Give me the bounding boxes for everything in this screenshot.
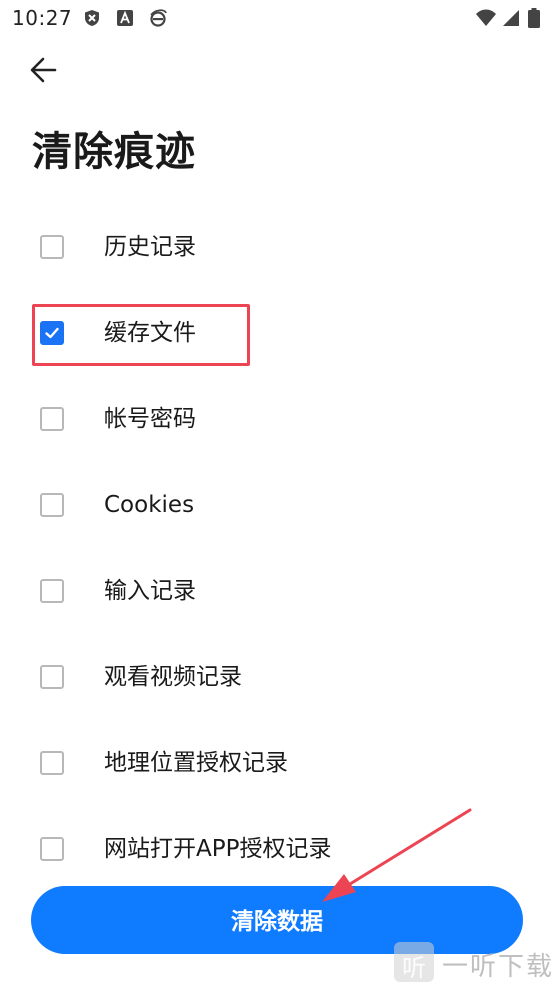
status-bar: 10:27: [0, 0, 554, 36]
checkbox-cookies[interactable]: [40, 493, 64, 517]
arrow-left-icon: [30, 57, 57, 83]
watermark-text: 一听下载: [442, 952, 554, 982]
option-cookies[interactable]: Cookies: [32, 476, 512, 536]
option-label-cookies: Cookies: [104, 492, 195, 518]
checkbox-app-open-permissions[interactable]: [40, 837, 64, 861]
back-button[interactable]: [26, 52, 62, 88]
option-app-open-permissions[interactable]: 网站打开APP授权记录: [32, 820, 512, 880]
checkbox-history[interactable]: [40, 235, 64, 259]
option-label-history: 历史记录: [104, 234, 196, 260]
checkbox-input-records[interactable]: [40, 579, 64, 603]
battery-icon: [528, 8, 540, 28]
watermark: 听 一听下载: [394, 942, 554, 986]
browser-e-icon: [150, 9, 167, 27]
option-account-passwords[interactable]: 帐号密码: [32, 390, 512, 450]
option-input-records[interactable]: 输入记录: [32, 562, 512, 622]
option-label-input-records: 输入记录: [104, 578, 196, 604]
shield-icon: [85, 10, 99, 26]
checkbox-cache-files[interactable]: [40, 321, 64, 345]
option-cache-files[interactable]: 缓存文件: [32, 304, 512, 364]
status-time: 10:27: [12, 6, 73, 30]
option-label-video-history: 观看视频记录: [104, 664, 242, 690]
clear-traces-screen: 10:27 清除痕迹 历史记录 缓存文件 帐号密码 Cookies 输入记录 观…: [0, 0, 554, 986]
option-label-cache-files: 缓存文件: [104, 320, 196, 346]
option-video-history[interactable]: 观看视频记录: [32, 648, 512, 708]
checkbox-location-permissions[interactable]: [40, 751, 64, 775]
signal-icon: [503, 10, 519, 26]
page-title: 清除痕迹: [32, 129, 196, 175]
option-label-app-open-permissions: 网站打开APP授权记录: [104, 836, 332, 862]
option-label-account-passwords: 帐号密码: [104, 406, 196, 432]
checkbox-account-passwords[interactable]: [40, 407, 64, 431]
checkmark-icon: [45, 327, 59, 339]
font-a-icon: [117, 10, 133, 26]
option-label-location-permissions: 地理位置授权记录: [104, 750, 288, 776]
wifi-icon: [476, 9, 496, 26]
watermark-logo-text: 听: [402, 954, 426, 982]
checkbox-video-history[interactable]: [40, 665, 64, 689]
watermark-logo: 听: [394, 942, 434, 982]
option-location-permissions[interactable]: 地理位置授权记录: [32, 734, 512, 794]
option-history[interactable]: 历史记录: [32, 218, 512, 278]
